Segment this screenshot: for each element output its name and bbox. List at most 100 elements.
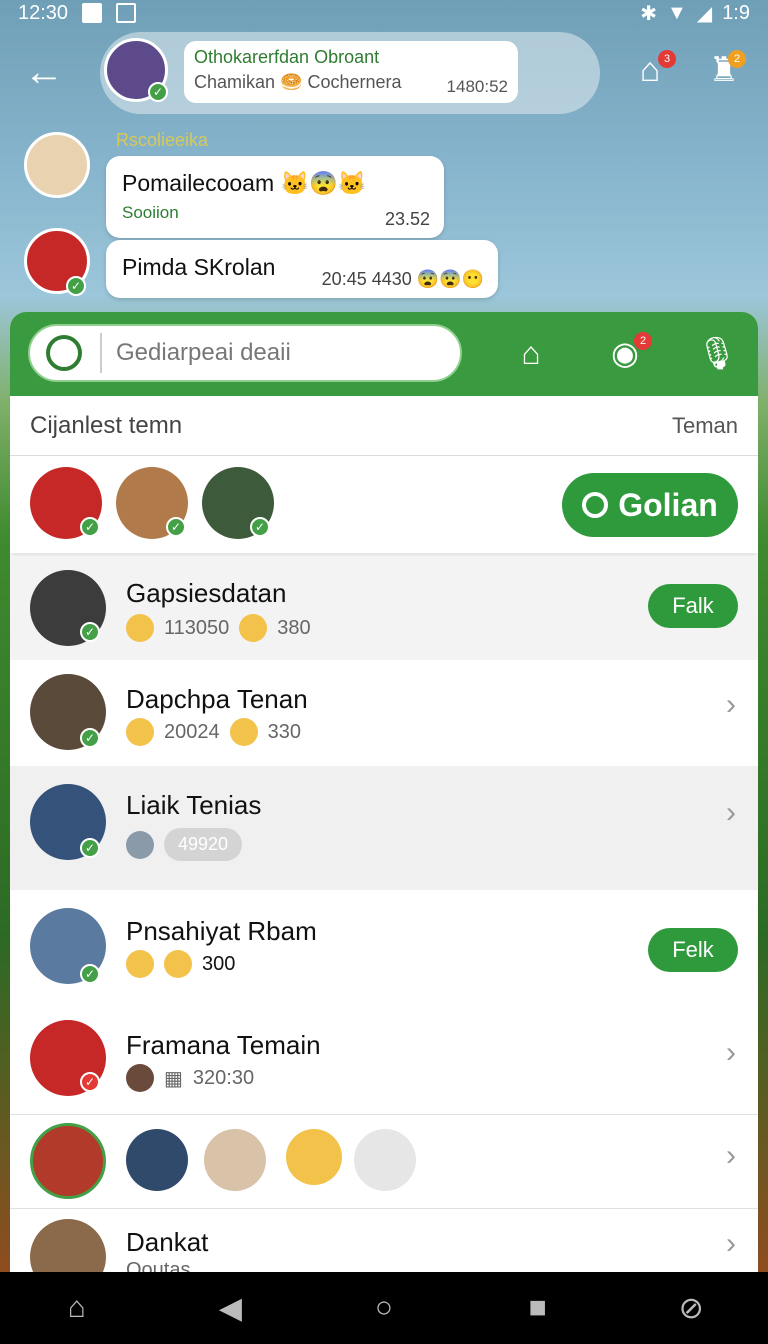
status-time: 12:30 xyxy=(18,1,69,24)
cat-emoji-icon xyxy=(126,614,154,642)
top-bar: ← ✓ Othokarerfdan Obroant Chamikan 🥯 Coc… xyxy=(0,26,768,118)
message-sub: Sooiion xyxy=(122,203,179,222)
search-placeholder: Gediarpeai deaii xyxy=(116,339,291,366)
avatar-mini xyxy=(126,830,154,859)
verified-icon: ✓ xyxy=(80,728,100,748)
online-strip: ✓ ✓ ✓ Golian xyxy=(10,457,758,553)
message-text: Pomailecooam 🐱😨🐱 xyxy=(122,170,367,196)
list-item[interactable]: ✓ Framana Temain ▦ 320:30 › xyxy=(10,1008,758,1112)
count-a: 113050 xyxy=(164,616,230,639)
verified-icon: ✓ xyxy=(148,82,168,102)
back-arrow-icon[interactable]: ← xyxy=(24,52,66,92)
chevron-right-icon: › xyxy=(726,1036,736,1069)
location-icon xyxy=(582,492,609,518)
golian-button[interactable]: Golian xyxy=(562,473,738,537)
section-header: Cijanlest temn Teman xyxy=(10,396,758,456)
square-nav-icon[interactable]: ■ xyxy=(508,1291,568,1325)
sender-name: Rscolieeika xyxy=(116,130,209,150)
wifi-icon: ▼ xyxy=(667,1,687,24)
notification-icon-2 xyxy=(116,3,137,23)
verified-icon: ✓ xyxy=(80,1072,100,1092)
list-item[interactable]: › xyxy=(10,1114,758,1208)
camera-badge: 2 xyxy=(634,332,652,350)
list-item[interactable]: Dankat Ooutas › xyxy=(10,1208,758,1272)
message-time: 23.52 xyxy=(384,209,430,229)
smile-emoji-icon xyxy=(229,718,258,746)
avatar xyxy=(126,1129,188,1191)
bluetooth-icon: ✱ xyxy=(640,2,657,25)
chevron-right-icon: › xyxy=(726,796,736,829)
count-b: 330 xyxy=(267,720,301,743)
verified-icon: ✓ xyxy=(80,964,100,984)
contact-sub: 20024 330 xyxy=(126,718,301,746)
golian-label: Golian xyxy=(618,486,718,523)
avatar xyxy=(24,132,90,198)
chat-header-chip[interactable]: ✓ Othokarerfdan Obroant Chamikan 🥯 Coche… xyxy=(100,32,677,114)
chat-title: Othokarerfdan Obroant xyxy=(194,47,380,67)
section-action[interactable]: Teman xyxy=(672,413,738,439)
count-a: 20024 xyxy=(164,720,220,743)
verified-icon: ✓ xyxy=(80,838,100,858)
house-outline-icon[interactable]: ⌂ xyxy=(508,330,554,376)
avatar xyxy=(30,1219,106,1272)
verified-icon: ✓ xyxy=(250,517,270,537)
list-item[interactable]: ✓ Dapchpa Tenan 20024 330 › xyxy=(10,660,758,766)
list-item[interactable]: ✓ Gapsiesdatan 113050 380 Falk xyxy=(10,556,758,660)
verified-icon: ✓ xyxy=(80,517,100,537)
count-b: 300 xyxy=(202,952,236,975)
search-icon xyxy=(46,335,82,371)
chevron-right-icon: › xyxy=(726,1227,736,1260)
system-nav-bar: ⌂ ◀ ○ ■ ⊘ xyxy=(0,1272,768,1344)
smile-emoji-icon xyxy=(239,614,268,642)
chat-bubble-icon[interactable] xyxy=(354,1129,416,1191)
verified-icon: ✓ xyxy=(166,517,186,537)
count-b: 380 xyxy=(277,616,311,639)
status-right: 1:9 xyxy=(722,1,750,24)
contact-tag: 49920 xyxy=(164,828,243,861)
chat-time: 1480:52 xyxy=(446,77,508,96)
avatar-mini xyxy=(126,1064,154,1092)
contact-sub: 49920 xyxy=(126,828,243,861)
contact-sub: ▦ 320:30 xyxy=(126,1064,254,1092)
message-bubble[interactable]: Pimda SKrolan 20:45 4430 😨😨😶 xyxy=(106,240,498,298)
signal-icon: ◢ xyxy=(696,2,713,25)
felk-button[interactable]: Felk xyxy=(648,928,738,972)
status-bar: 12:30 ✱ ▼ ◢ 1:9 xyxy=(0,0,768,26)
message-time: 20:45 4430 😨😨😶 xyxy=(321,269,484,289)
avatar xyxy=(30,1123,106,1199)
search-input[interactable]: Gediarpeai deaii xyxy=(28,324,462,382)
verified-icon: ✓ xyxy=(80,622,100,642)
contact-name: Dankat xyxy=(126,1227,209,1257)
home-nav-icon[interactable]: ⌂ xyxy=(47,1291,107,1325)
contact-name: Dapchpa Tenan xyxy=(126,684,308,714)
section-title: Cijanlest temn xyxy=(30,411,183,439)
avatar xyxy=(204,1129,266,1191)
back-nav-icon[interactable]: ◀ xyxy=(200,1291,260,1326)
verified-icon: ✓ xyxy=(66,276,86,296)
home-badge: 3 xyxy=(658,50,676,68)
grid-icon: ▦ xyxy=(164,1067,183,1090)
cat-emoji-icon xyxy=(126,718,154,746)
circle-nav-icon[interactable]: ○ xyxy=(354,1291,414,1325)
contact-sub: Ooutas xyxy=(126,1259,191,1272)
pin-badge: 2 xyxy=(728,50,746,68)
contact-name: Framana Temain xyxy=(126,1030,321,1060)
list-item[interactable]: ✓ Pnsahiyat Rbam 300 Felk xyxy=(10,892,758,1008)
mic-icon[interactable]: 🎙 xyxy=(694,330,740,376)
cat-emoji-icon xyxy=(286,1129,342,1185)
contact-sub: 113050 380 xyxy=(126,614,311,642)
contact-name: Pnsahiyat Rbam xyxy=(126,916,317,946)
contact-tag: 320:30 xyxy=(192,1066,255,1089)
chevron-right-icon: › xyxy=(726,1139,736,1172)
chat-header-box: Othokarerfdan Obroant Chamikan 🥯 Cochern… xyxy=(184,41,518,103)
friends-panel: Gediarpeai deaii ⌂ ◉ 2 🎙 Cijanlest temn … xyxy=(10,312,758,1272)
search-bar: Gediarpeai deaii ⌂ ◉ 2 🎙 xyxy=(10,312,758,396)
contact-name: Gapsiesdatan xyxy=(126,578,287,608)
smile-emoji-icon xyxy=(164,950,192,978)
divider xyxy=(100,333,102,373)
compass-nav-icon[interactable]: ⊘ xyxy=(661,1291,721,1326)
contact-name: Liaik Tenias xyxy=(126,790,262,820)
list-item[interactable]: ✓ Liaik Tenias 49920 › xyxy=(10,766,758,890)
falk-button[interactable]: Falk xyxy=(648,584,738,628)
message-bubble[interactable]: Pomailecooam 🐱😨🐱 Sooiion 23.52 xyxy=(106,156,444,238)
